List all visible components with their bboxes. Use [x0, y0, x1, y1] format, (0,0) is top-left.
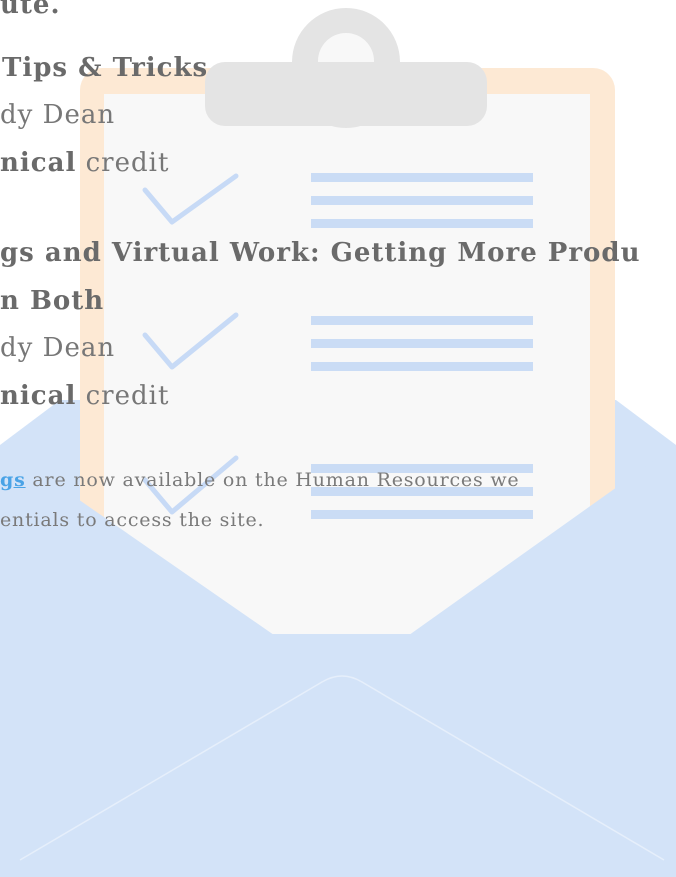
item-2-credit-rest: credit	[76, 381, 170, 411]
notice-line-2: entials to access the site.	[0, 509, 265, 531]
item-2-credit-bold: nical	[0, 381, 77, 411]
notice-line-1: gs are now available on the Human Resour…	[0, 469, 519, 491]
item-1-title: Tips & Tricks	[2, 53, 209, 83]
item-2-presenter: dy Dean	[0, 333, 116, 363]
item-1-credit-bold: nical	[0, 148, 77, 178]
item-2-title-line-1: gs and Virtual Work: Getting More Produ	[0, 238, 641, 268]
item-1-credit: nical credit	[0, 148, 169, 178]
recordings-link[interactable]: gs	[0, 469, 26, 491]
item-2-title-line-2: n Both	[0, 286, 105, 316]
item-2-credit: nical credit	[0, 381, 169, 411]
top-fragment: ute.	[0, 0, 61, 20]
notice-line-1-rest: are now available on the Human Resources…	[25, 469, 520, 491]
item-1-credit-rest: credit	[76, 148, 170, 178]
item-1-presenter: dy Dean	[0, 100, 116, 130]
